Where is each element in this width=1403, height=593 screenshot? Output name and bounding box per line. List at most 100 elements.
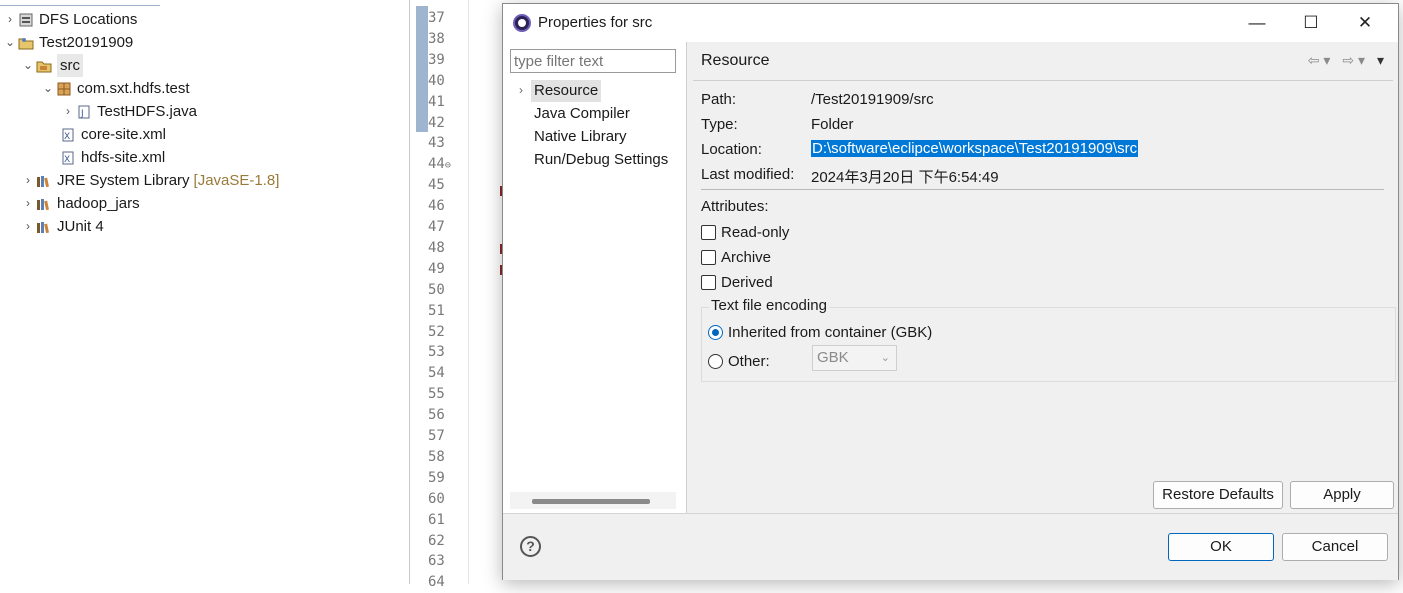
tree-item-junit[interactable]: › JUnit 4: [20, 215, 104, 238]
svg-text:X: X: [64, 132, 70, 142]
minimize-button[interactable]: —: [1230, 4, 1284, 42]
line-number: 54: [428, 365, 445, 382]
line-number: 50: [428, 281, 445, 298]
inherited-radio[interactable]: Inherited from container (GBK): [708, 322, 932, 342]
back-dropdown-icon[interactable]: ▾: [1323, 52, 1334, 68]
line-number: 43: [428, 135, 445, 152]
tree-item-project[interactable]: ⌄ Test20191909: [2, 31, 133, 54]
maximize-button[interactable]: ☐: [1284, 4, 1338, 42]
checkbox-box[interactable]: [701, 274, 716, 290]
chevron-right-icon[interactable]: ›: [20, 169, 36, 192]
line-number: 41: [428, 93, 445, 110]
type-label: Type:: [701, 116, 738, 133]
tree-item-label: core-site.xml: [81, 126, 167, 143]
filter-input[interactable]: [510, 49, 676, 73]
tree-item-core-site[interactable]: X core-site.xml: [44, 123, 166, 146]
readonly-checkbox[interactable]: Read-only: [701, 222, 789, 242]
restore-defaults-button[interactable]: Restore Defaults: [1153, 481, 1283, 509]
separator: [693, 80, 1393, 81]
line-number: 45: [428, 177, 445, 194]
horizontal-scrollbar[interactable]: [510, 492, 676, 509]
dialog-titlebar[interactable]: Properties for src — ☐ ✕: [503, 4, 1398, 42]
location-value[interactable]: D:\software\eclipce\workspace\Test201919…: [811, 140, 1139, 157]
dialog-body: › Resource Java Compiler Native Library …: [503, 42, 1398, 513]
encoding-group: [701, 307, 1396, 382]
xml-file-icon: X: [60, 127, 76, 143]
tree-item-testhdfs[interactable]: › J TestHDFS.java: [60, 100, 197, 123]
dfs-locations-icon: [18, 12, 34, 28]
separator: [701, 189, 1384, 190]
encoding-select-value: GBK: [817, 349, 849, 366]
modified-value: 2024年3月20日 下午6:54:49: [811, 169, 999, 186]
tree-item-label: hdfs-site.xml: [81, 149, 166, 166]
line-number: 51: [428, 302, 445, 319]
path-value: /Test20191909/src: [811, 91, 934, 108]
svg-text:X: X: [64, 155, 70, 165]
help-icon[interactable]: ?: [520, 536, 541, 557]
library-icon: [36, 219, 52, 235]
tree-item-hdfs-site[interactable]: X hdfs-site.xml: [44, 146, 165, 169]
line-number: 62: [428, 532, 445, 549]
line-number: 61: [428, 511, 445, 528]
chevron-right-icon[interactable]: ›: [60, 100, 76, 123]
eclipse-icon: [513, 14, 531, 32]
archive-checkbox[interactable]: Archive: [701, 247, 771, 267]
package-icon: [56, 81, 72, 97]
nav-item-run-debug[interactable]: Run/Debug Settings: [534, 149, 680, 171]
apply-button[interactable]: Apply: [1290, 481, 1394, 509]
line-number: 42: [428, 114, 445, 131]
line-number: 49: [428, 260, 445, 277]
close-button[interactable]: ✕: [1338, 4, 1392, 42]
tree-item-src[interactable]: ⌄ src: [20, 54, 83, 77]
nav-item-resource[interactable]: Resource: [531, 80, 602, 102]
page-title: Resource: [701, 52, 770, 69]
radio-dot[interactable]: [708, 353, 723, 369]
line-number: 39: [428, 51, 445, 68]
chevron-down-icon[interactable]: ⌄: [2, 31, 18, 54]
forward-arrow-icon[interactable]: ⇨: [1342, 52, 1358, 68]
java-project-icon: [18, 35, 34, 51]
ok-button[interactable]: OK: [1168, 533, 1274, 561]
tree-item-dfs-locations[interactable]: › DFS Locations: [2, 8, 137, 31]
checkbox-label: Derived: [721, 273, 773, 291]
path-label: Path:: [701, 91, 737, 108]
derived-checkbox[interactable]: Derived: [701, 272, 773, 292]
tree-item-label: JRE System Library: [57, 172, 190, 189]
tree-item-label: src: [57, 54, 83, 77]
line-number: 55: [428, 386, 445, 403]
encoding-legend: Text file encoding: [709, 297, 829, 314]
forward-dropdown-icon[interactable]: ▾: [1358, 52, 1369, 68]
quick-diff-ruler: [416, 6, 428, 132]
nav-item-native-library[interactable]: Native Library: [534, 126, 627, 148]
type-value: Folder: [811, 116, 854, 133]
resource-page: Resource ⇦▾ ⇨▾ ▾ Path: /Test20191909/src…: [688, 42, 1398, 513]
line-number: 46: [428, 198, 445, 215]
line-number: 63: [428, 553, 445, 570]
view-menu-icon[interactable]: ▾: [1377, 52, 1388, 68]
checkbox-box[interactable]: [701, 249, 716, 265]
chevron-right-icon[interactable]: ›: [20, 215, 36, 238]
back-arrow-icon[interactable]: ⇦: [1308, 52, 1324, 68]
tree-item-package[interactable]: ⌄ com.sxt.hdfs.test: [40, 77, 190, 100]
chevron-down-icon[interactable]: ⌄: [40, 77, 56, 100]
nav-item-java-compiler[interactable]: Java Compiler: [534, 103, 630, 125]
cancel-button[interactable]: Cancel: [1282, 533, 1388, 561]
chevron-down-icon[interactable]: ⌄: [20, 54, 36, 77]
checkbox-box[interactable]: [701, 224, 716, 240]
scrollbar-thumb[interactable]: [532, 499, 650, 504]
library-icon: [36, 196, 52, 212]
fold-collapse-icon[interactable]: ⊖: [445, 160, 451, 171]
line-number: 56: [428, 407, 445, 424]
properties-dialog: Properties for src — ☐ ✕ › Resource Java…: [502, 3, 1399, 580]
chevron-right-icon[interactable]: ›: [2, 8, 18, 31]
xml-file-icon: X: [60, 150, 76, 166]
project-explorer: › DFS Locations ⌄ Test20191909 ⌄ src ⌄ c…: [0, 0, 410, 584]
chevron-right-icon[interactable]: ›: [20, 192, 36, 215]
chevron-right-icon[interactable]: ›: [519, 83, 523, 97]
line-number: 57: [428, 428, 445, 444]
radio-dot[interactable]: [708, 324, 723, 340]
other-radio[interactable]: Other:: [708, 351, 770, 371]
tree-item-jre[interactable]: › JRE System Library [JavaSE-1.8]: [20, 169, 279, 192]
tree-item-hadoop-jars[interactable]: › hadoop_jars: [20, 192, 140, 215]
encoding-select[interactable]: GBK ⌄: [812, 345, 897, 371]
